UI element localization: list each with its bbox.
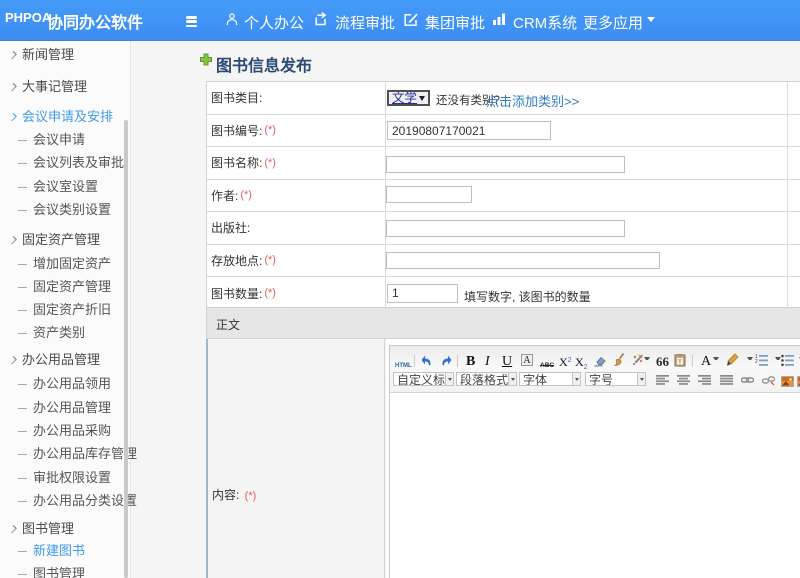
svg-text:T: T	[678, 360, 682, 366]
svg-text:2: 2	[755, 359, 758, 365]
